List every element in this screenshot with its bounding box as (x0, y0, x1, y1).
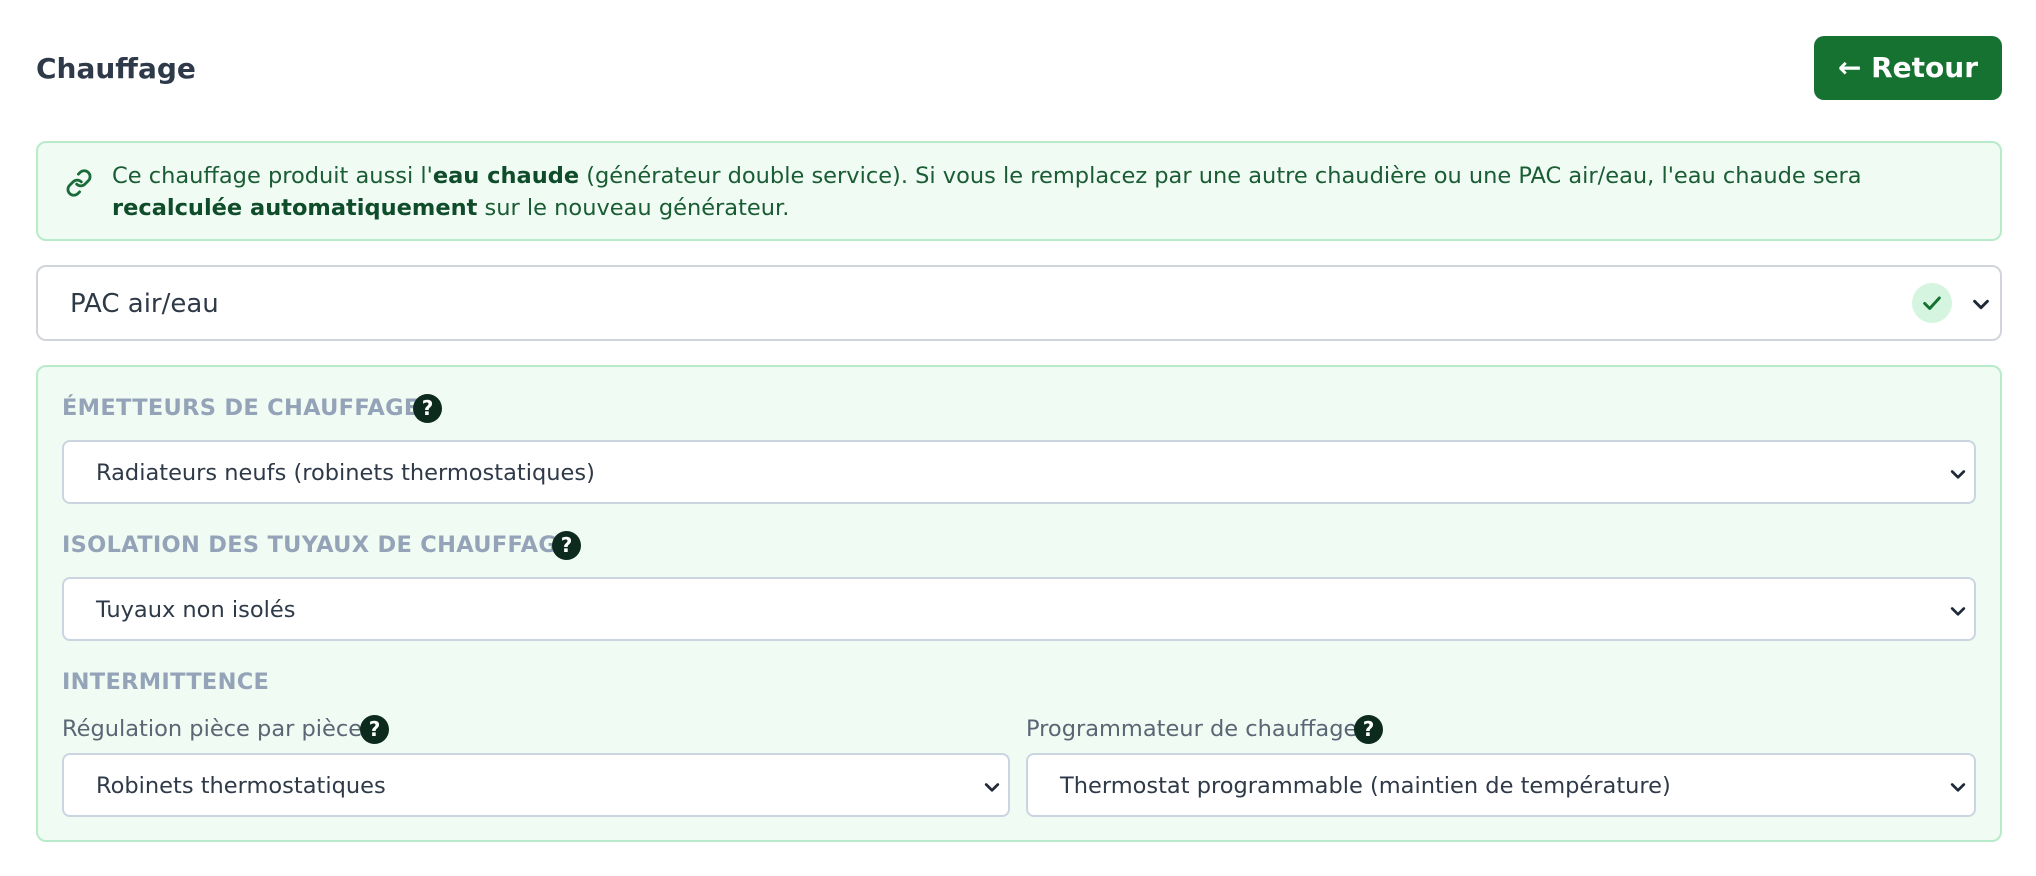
help-icon[interactable]: ? (360, 715, 389, 744)
chevron-down-icon (984, 783, 1000, 792)
chevron-down-icon (1950, 783, 1966, 792)
check-icon (1923, 296, 1941, 310)
emitters-select[interactable]: Radiateurs neufs (robinets thermostatiqu… (62, 440, 1976, 504)
chevron-down-icon (1950, 607, 1966, 616)
emitters-select-value: Radiateurs neufs (robinets thermostatiqu… (96, 460, 595, 486)
notice-text: Ce chauffage produit aussi l'eau chaude … (112, 160, 1982, 224)
help-icon[interactable]: ? (413, 394, 442, 423)
notice-text-part: sur le nouveau générateur. (477, 195, 790, 221)
link-icon (66, 169, 92, 197)
notice-text-part: (générateur double service). Si vous le … (579, 163, 1862, 189)
chevron-down-icon (1950, 470, 1966, 479)
regulation-label: Régulation pièce par pièce (62, 716, 363, 742)
notice-bold-hot-water: eau chaude (432, 163, 580, 189)
generator-select-value: PAC air/eau (70, 289, 219, 319)
chevron-down-icon (1973, 299, 1989, 310)
emitters-label: ÉMETTEURS DE CHAUFFAGE (62, 395, 420, 421)
heating-details-panel: ÉMETTEURS DE CHAUFFAGE ? Radiateurs neuf… (36, 365, 2002, 842)
pipe-insulation-label: ISOLATION DES TUYAUX DE CHAUFFAGE (62, 532, 573, 558)
help-icon[interactable]: ? (1354, 715, 1383, 744)
back-button[interactable]: ← Retour (1813, 36, 2002, 100)
heating-page: Chauffage ← Retour Ce chauffage produit … (0, 0, 2036, 876)
intermittence-label: INTERMITTENCE (62, 669, 270, 695)
valid-badge (1912, 283, 1952, 323)
programmer-select-value: Thermostat programmable (maintien de tem… (1060, 773, 1671, 799)
regulation-select-value: Robinets thermostatiques (96, 773, 386, 799)
programmer-select[interactable]: Thermostat programmable (maintien de tem… (1026, 753, 1976, 817)
notice-text-part: Ce chauffage produit aussi l' (112, 163, 433, 189)
regulation-select[interactable]: Robinets thermostatiques (62, 753, 1010, 817)
notice-bold-recalculated: recalculée automatiquement (112, 195, 478, 221)
help-icon[interactable]: ? (552, 531, 581, 560)
generator-select[interactable]: PAC air/eau (36, 265, 2002, 341)
pipe-insulation-select-value: Tuyaux non isolés (96, 597, 296, 623)
pipe-insulation-select[interactable]: Tuyaux non isolés (62, 577, 1976, 641)
double-service-notice: Ce chauffage produit aussi l'eau chaude … (36, 141, 2002, 241)
page-header: Chauffage ← Retour (36, 36, 2002, 102)
page-title: Chauffage (36, 52, 196, 85)
programmer-label: Programmateur de chauffage (1026, 716, 1358, 742)
